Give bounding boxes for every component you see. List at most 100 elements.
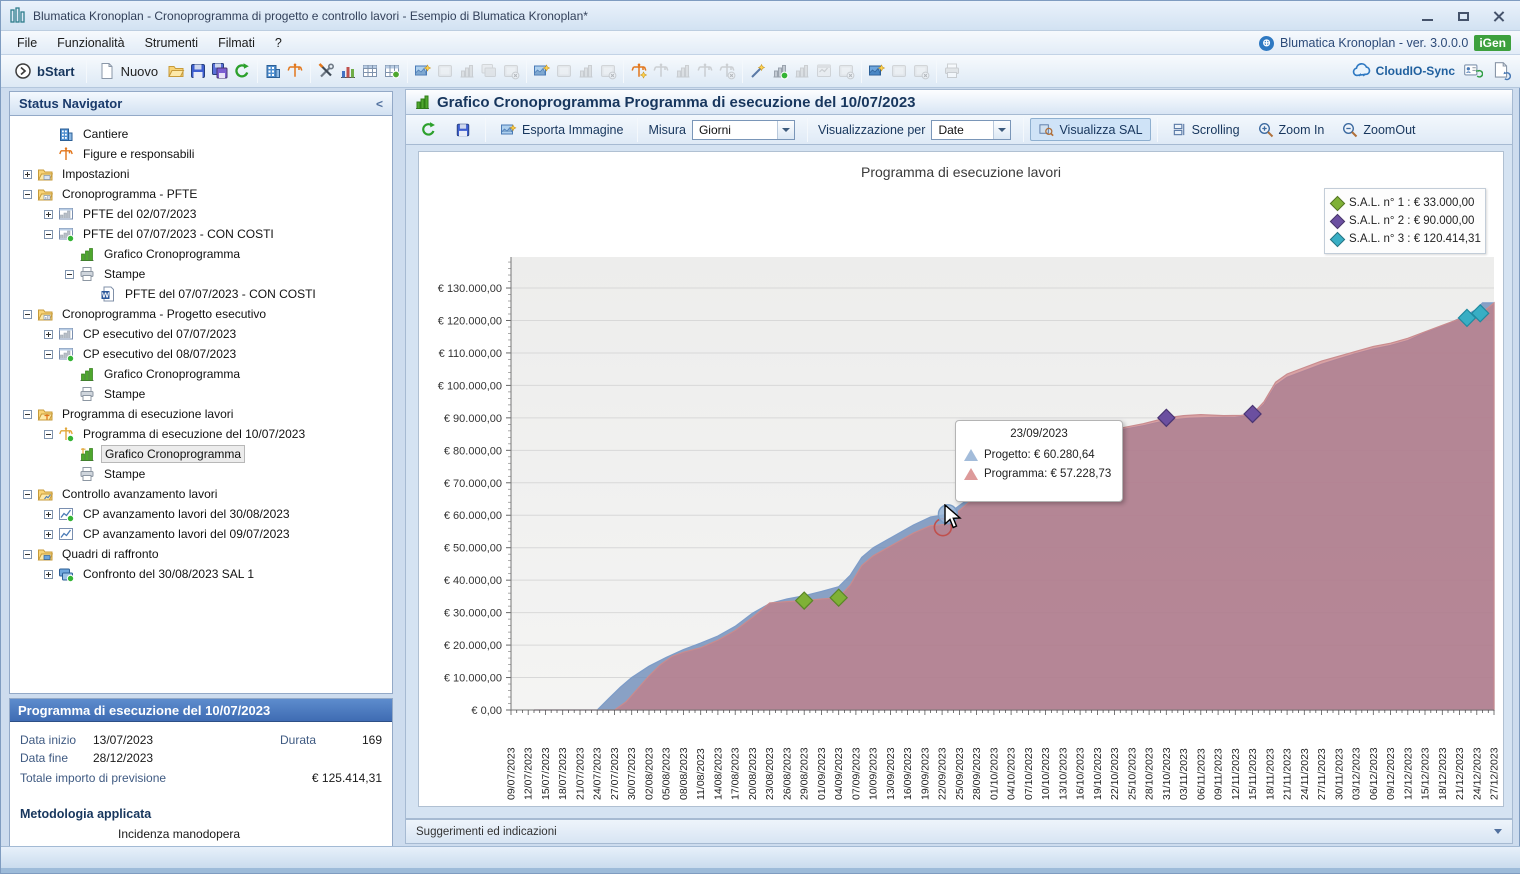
svg-text:13/09/2023: 13/09/2023	[885, 747, 897, 800]
tree-item[interactable]: Grafico Cronoprogramma	[10, 364, 392, 384]
tree-expander-icon[interactable]	[23, 310, 32, 319]
chevron-left-icon[interactable]: <	[376, 97, 383, 111]
tree-item-label: Grafico Cronoprogramma	[101, 366, 243, 382]
tree-item[interactable]: Impostazioni	[10, 164, 392, 184]
sync-documenti-button[interactable]	[1491, 60, 1511, 82]
tree-item[interactable]: Stampe	[10, 464, 392, 484]
svg-text:25/10/2023: 25/10/2023	[1126, 747, 1138, 800]
tree-item[interactable]: Cantiere	[10, 124, 392, 144]
tree-item[interactable]: Stampe	[10, 264, 392, 284]
sync-contatti-button[interactable]	[1463, 60, 1483, 82]
refresh-button[interactable]	[231, 60, 253, 82]
tree-item[interactable]: CP esecutivo del 07/07/2023	[10, 324, 392, 344]
chart-panel-title: Grafico Cronoprogramma Programma di esec…	[437, 94, 916, 111]
tree-expander-icon[interactable]	[23, 190, 32, 199]
bars-icon	[79, 246, 96, 262]
svg-text:17/08/2023: 17/08/2023	[730, 747, 742, 800]
svg-text:18/12/2023: 18/12/2023	[1437, 747, 1449, 800]
tree-item[interactable]: CP avanzamento lavori del 09/07/2023	[10, 524, 392, 544]
tree-item[interactable]: Grafico Cronoprogramma	[10, 244, 392, 264]
tree-item[interactable]: Confronto del 30/08/2023 SAL 1	[10, 564, 392, 584]
open-button[interactable]	[165, 60, 187, 82]
version-text: Blumatica Kronoplan - ver. 3.0.0.0	[1280, 36, 1468, 50]
menu-item-filmati[interactable]: Filmati	[208, 33, 265, 53]
save-all-button[interactable]	[209, 60, 231, 82]
tree-item[interactable]: Programma di esecuzione del 10/07/2023	[10, 424, 392, 444]
suggestions-bar[interactable]: Suggerimenti ed indicazioni	[405, 819, 1513, 844]
details-header: Programma di esecuzione del 10/07/2023	[10, 699, 392, 722]
nuovo-programma-button[interactable]	[628, 60, 650, 82]
nuovo-button[interactable]: Nuovo	[91, 60, 166, 82]
nuovo-esecutivo-button[interactable]	[531, 60, 553, 82]
elimina-avanzamento-button	[835, 60, 857, 82]
tooltip-programma: Programma: € 57.228,73	[984, 468, 1111, 480]
tree-item[interactable]: Grafico Cronoprogramma	[10, 444, 392, 464]
tree-expander-icon[interactable]	[44, 510, 53, 519]
grafici-button[interactable]	[337, 60, 359, 82]
tree-item-label: CP avanzamento lavori del 30/08/2023	[80, 506, 293, 522]
tree-expander-icon[interactable]	[44, 350, 53, 359]
menu-item-funzionalit[interactable]: Funzionalità	[47, 33, 134, 53]
tree-expander-icon[interactable]	[65, 270, 74, 279]
tree-expander-icon[interactable]	[23, 410, 32, 419]
nuovo-pfte-button[interactable]	[412, 60, 434, 82]
esporta-immagine-button[interactable]: Esporta Immagine	[492, 118, 631, 142]
tree-item[interactable]: PFTE del 02/07/2023	[10, 204, 392, 224]
bstart-button[interactable]: bStart	[7, 60, 82, 82]
zoom-in-label: Zoom In	[1279, 123, 1325, 137]
tree-item[interactable]: Cronoprogramma - Progetto esecutivo	[10, 304, 392, 324]
zoom-out-button[interactable]: ZoomOut	[1334, 118, 1423, 142]
tree-expander-icon[interactable]	[44, 330, 53, 339]
tree-expander-icon[interactable]	[44, 230, 53, 239]
nuovo-confronto-button[interactable]	[866, 60, 888, 82]
tree-item[interactable]: Quadri di raffronto	[10, 544, 392, 564]
menu-item-file[interactable]: File	[7, 33, 47, 53]
svg-text:27/12/2023: 27/12/2023	[1489, 747, 1501, 800]
tree-item[interactable]: Figure e responsabili	[10, 144, 392, 164]
minimize-icon[interactable]	[1413, 7, 1441, 25]
menu-item-?[interactable]: ?	[265, 33, 292, 53]
zoom-out-icon	[1342, 122, 1358, 138]
tree-item[interactable]: Stampe	[10, 384, 392, 404]
maximize-icon[interactable]	[1449, 7, 1477, 25]
figure-responsabili-button[interactable]	[284, 60, 306, 82]
risorse-button[interactable]	[381, 60, 403, 82]
menu-item-strumenti[interactable]: Strumenti	[135, 33, 209, 53]
zoom-in-button[interactable]: Zoom In	[1250, 118, 1333, 142]
nuovo-avanzamento-button[interactable]	[747, 60, 769, 82]
igen-brand-logo: iGen	[1474, 35, 1511, 51]
misura-dropdown-icon[interactable]	[777, 121, 794, 139]
tabella-button[interactable]	[359, 60, 381, 82]
tree-item[interactable]: CP avanzamento lavori del 30/08/2023	[10, 504, 392, 524]
visualizzazione-select[interactable]: Date	[931, 120, 1011, 140]
tree-expander-icon[interactable]	[44, 570, 53, 579]
cloud-sync-label: CloudIO-Sync	[1376, 64, 1455, 78]
chevron-down-icon[interactable]	[1494, 829, 1502, 834]
close-icon[interactable]	[1485, 7, 1513, 25]
cloudio-sync-button[interactable]: CloudIO-Sync	[1351, 60, 1455, 82]
cantiere-button[interactable]	[262, 60, 284, 82]
scrolling-button[interactable]: Scrolling	[1164, 118, 1248, 141]
tree-item[interactable]: Controllo avanzamento lavori	[10, 484, 392, 504]
avanzamento-attivo-button[interactable]	[769, 60, 791, 82]
misura-select[interactable]: Giorni	[692, 120, 795, 140]
visualizzazione-dropdown-icon[interactable]	[993, 121, 1010, 139]
tree-expander-icon[interactable]	[44, 430, 53, 439]
svg-text:31/10/2023: 31/10/2023	[1161, 747, 1173, 800]
chart-save-button[interactable]	[447, 118, 479, 142]
impostazioni-button[interactable]	[315, 60, 337, 82]
tree-item[interactable]: Programma di esecuzione lavori	[10, 404, 392, 424]
tree-expander-icon[interactable]	[44, 210, 53, 219]
tree-item[interactable]: PFTE del 07/07/2023 - CON COSTI	[10, 224, 392, 244]
visualizza-sal-button[interactable]: Visualizza SAL	[1030, 118, 1150, 141]
save-button[interactable]	[187, 60, 209, 82]
tree-expander-icon[interactable]	[23, 550, 32, 559]
tree-item[interactable]: WPFTE del 07/07/2023 - CON COSTI	[10, 284, 392, 304]
chart-refresh-button[interactable]	[412, 117, 445, 142]
tree-expander-icon[interactable]	[44, 530, 53, 539]
tree-item[interactable]: Cronoprogramma - PFTE	[10, 184, 392, 204]
tree-item[interactable]: CP esecutivo del 08/07/2023	[10, 344, 392, 364]
tree-expander-icon[interactable]	[23, 490, 32, 499]
status-navigator-header: Status Navigator <	[9, 91, 393, 116]
tree-expander-icon[interactable]	[23, 170, 32, 179]
